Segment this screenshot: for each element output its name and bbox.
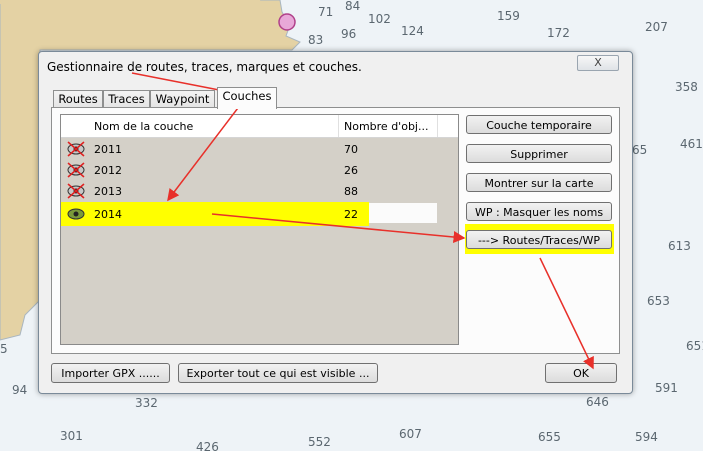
depth-label: 646 — [586, 395, 609, 409]
export-visible-button[interactable]: Exporter tout ce qui est visible ... — [178, 363, 378, 383]
depth-label: 332 — [135, 396, 158, 410]
table-row[interactable]: 2012 26 — [61, 160, 458, 180]
tab-waypoint[interactable]: Waypoint — [150, 90, 215, 108]
routes-traces-wp-button[interactable]: ---> Routes/Traces/WP — [466, 230, 612, 249]
hidden-layer-eye-icon[interactable] — [66, 183, 86, 199]
layer-name: 2014 — [94, 208, 122, 221]
depth-label: 94 — [12, 383, 27, 397]
import-gpx-button[interactable]: Importer GPX ...... — [51, 363, 170, 383]
hidden-layer-eye-icon[interactable] — [66, 162, 86, 178]
depth-label: 5 — [0, 342, 8, 356]
depth-label: 613 — [668, 239, 691, 253]
depth-label: 607 — [399, 427, 422, 441]
depth-label: 124 — [401, 24, 424, 38]
layer-count: 70 — [344, 143, 358, 156]
depth-label: 207 — [645, 20, 668, 34]
layer-count: 88 — [344, 185, 358, 198]
table-row[interactable]: 2013 88 — [61, 181, 458, 201]
depth-label: 655 — [538, 430, 561, 444]
layer-count: 22 — [344, 208, 358, 221]
layer-name: 2012 — [94, 164, 122, 177]
depth-label: 65 — [632, 143, 647, 157]
close-button[interactable]: X — [577, 55, 619, 71]
depth-label: 426 — [196, 440, 219, 451]
layer-count: 26 — [344, 164, 358, 177]
depth-label: 358 — [675, 80, 698, 94]
tab-routes[interactable]: Routes — [53, 90, 103, 108]
layers-panel: Nom de la couche Nombre d'obj... 2011 70 — [51, 107, 620, 354]
layers-list: Nom de la couche Nombre d'obj... 2011 70 — [60, 114, 459, 345]
depth-label: 301 — [60, 429, 83, 443]
depth-label: 84 — [345, 0, 360, 13]
depth-label: 83 — [308, 33, 323, 47]
position-marker-icon — [278, 13, 296, 31]
table-row-selected[interactable]: 2014 22 — [61, 202, 437, 226]
column-header-name[interactable]: Nom de la couche — [94, 120, 193, 133]
hide-wp-names-button[interactable]: WP : Masquer les noms — [466, 202, 612, 221]
depth-label: 102 — [368, 12, 391, 26]
depth-label: 159 — [497, 9, 520, 23]
layer-name: 2011 — [94, 143, 122, 156]
depth-label: 594 — [635, 430, 658, 444]
depth-label: 651 — [686, 339, 703, 353]
table-row[interactable]: 2011 70 — [61, 139, 458, 159]
show-on-map-button[interactable]: Montrer sur la carte — [466, 173, 612, 192]
delete-button[interactable]: Supprimer — [466, 144, 612, 163]
depth-label: 653 — [647, 294, 670, 308]
depth-label: 172 — [547, 26, 570, 40]
hidden-layer-eye-icon[interactable] — [66, 141, 86, 157]
layer-manager-dialog: Gestionnaire de routes, traces, marques … — [38, 51, 633, 394]
list-header: Nom de la couche Nombre d'obj... — [61, 115, 458, 138]
column-header-count[interactable]: Nombre d'obj... — [344, 120, 428, 133]
depth-label: 552 — [308, 435, 331, 449]
depth-label: 461 — [680, 137, 703, 151]
layer-name: 2013 — [94, 185, 122, 198]
dialog-title: Gestionnaire de routes, traces, marques … — [47, 60, 362, 74]
visible-layer-eye-icon[interactable] — [66, 206, 86, 222]
temporary-layer-button[interactable]: Couche temporaire — [466, 115, 612, 134]
tab-couches[interactable]: Couches — [217, 87, 277, 109]
depth-label: 96 — [341, 27, 356, 41]
tab-traces[interactable]: Traces — [103, 90, 150, 108]
depth-label: 71 — [318, 5, 333, 19]
depth-label: 591 — [655, 381, 678, 395]
ok-button[interactable]: OK — [545, 363, 617, 383]
